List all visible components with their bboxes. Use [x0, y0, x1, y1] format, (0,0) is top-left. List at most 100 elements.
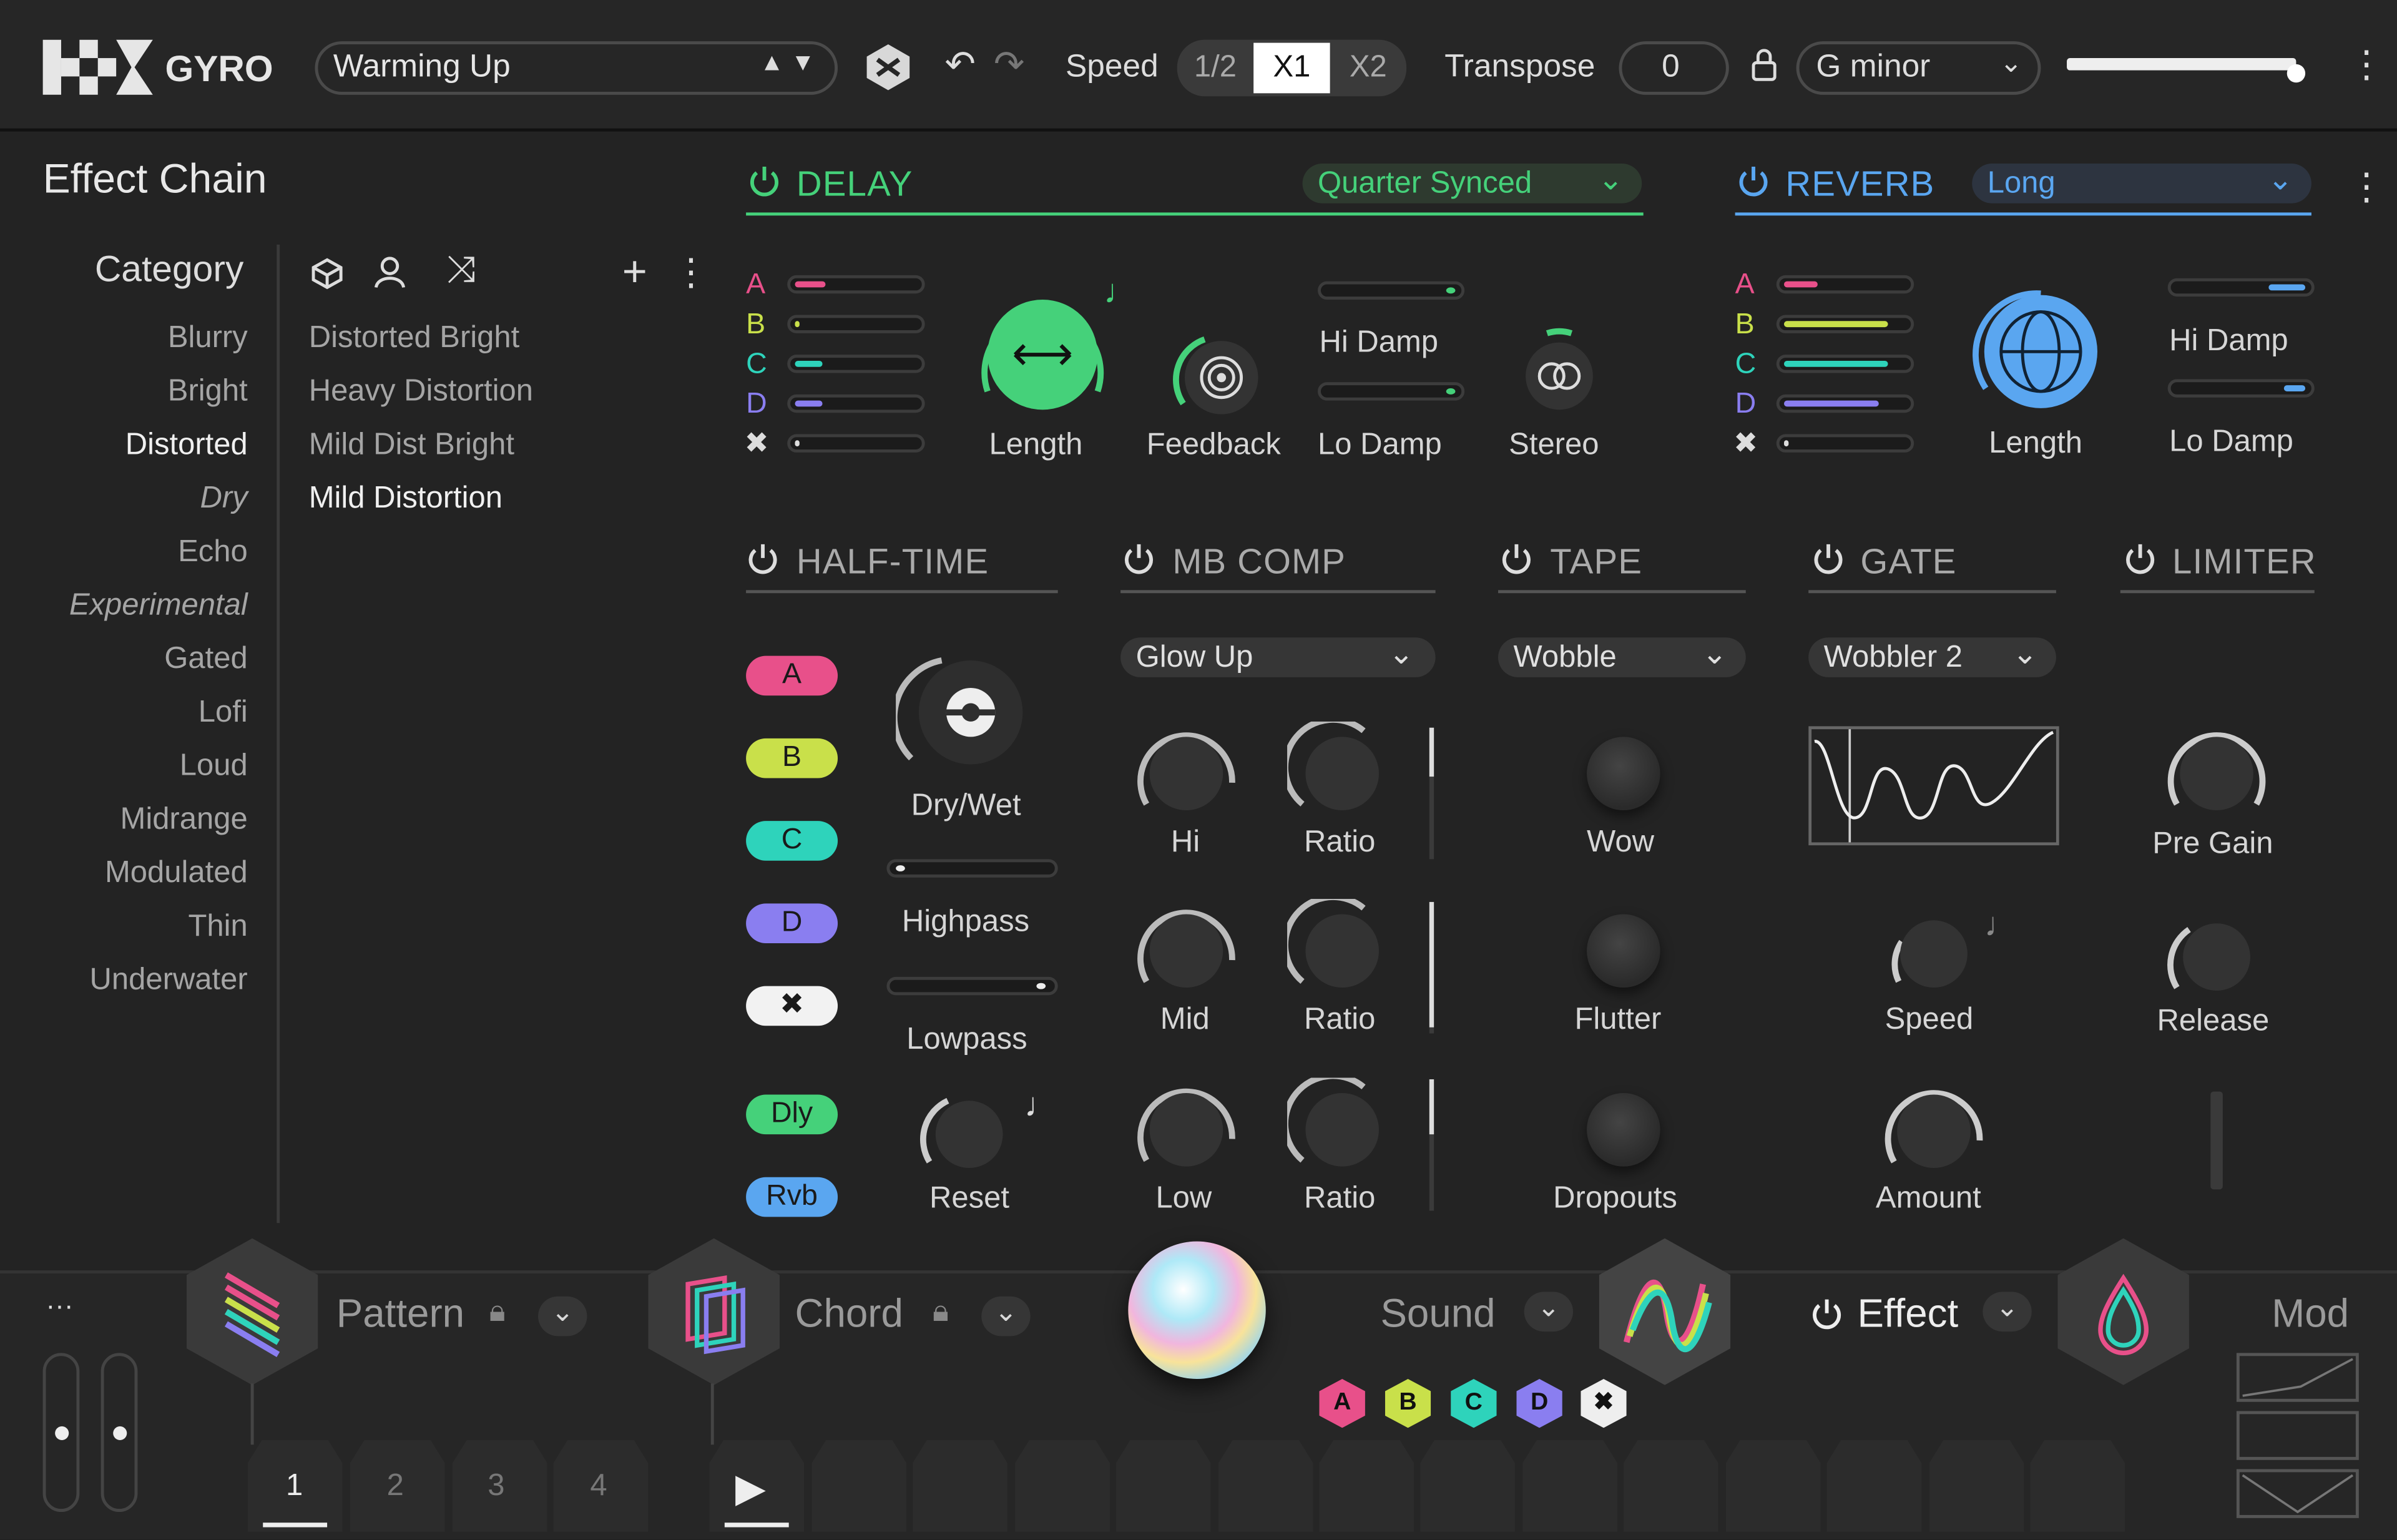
- limiter-release-knob[interactable]: [2162, 911, 2272, 1003]
- reverb-send-x-slider[interactable]: [1776, 434, 1914, 453]
- mbcomp-hi-ratio-knob[interactable]: [1287, 721, 1397, 823]
- sound-label[interactable]: Sound: [1380, 1290, 1495, 1338]
- chord-step[interactable]: [1623, 1439, 1718, 1532]
- reverb-mode-select[interactable]: Long ⌄: [1972, 164, 2311, 204]
- halftime-tag-c[interactable]: C: [746, 821, 838, 861]
- pattern-label[interactable]: Pattern: [336, 1290, 464, 1338]
- delay-send-d-slider[interactable]: [787, 394, 925, 413]
- chord-step[interactable]: [1725, 1439, 1821, 1532]
- category-item[interactable]: Experimental: [69, 589, 248, 624]
- reverb-power-icon[interactable]: [1737, 165, 1770, 199]
- mbcomp-hi-knob[interactable]: [1131, 722, 1241, 823]
- chord-step[interactable]: [1319, 1439, 1414, 1532]
- chord-step[interactable]: [1522, 1439, 1618, 1532]
- effect-power-icon[interactable]: [1810, 1298, 1844, 1332]
- category-item[interactable]: Dry: [200, 481, 248, 516]
- sync-note-icon[interactable]: ♩: [1104, 272, 1137, 312]
- halftime-tag-rvb[interactable]: Rvb: [746, 1177, 838, 1217]
- category-item[interactable]: Midrange: [120, 803, 248, 838]
- chord-label[interactable]: Chord: [795, 1290, 903, 1338]
- halftime-reset-knob[interactable]: [917, 1089, 1021, 1180]
- reverb-lo-damp-slider[interactable]: [2167, 379, 2315, 398]
- pattern-lock-icon[interactable]: 🔒︎: [489, 1295, 506, 1330]
- chord-step[interactable]: [811, 1439, 907, 1532]
- mbcomp-mid-knob[interactable]: [1131, 899, 1241, 1000]
- chord-step[interactable]: [1015, 1439, 1110, 1532]
- category-item-selected[interactable]: Distorted: [125, 428, 248, 463]
- volume-handle[interactable]: [2287, 64, 2306, 83]
- category-item[interactable]: Bright: [168, 375, 248, 410]
- preset-item[interactable]: Distorted Bright: [309, 321, 520, 356]
- category-item[interactable]: Blurry: [168, 321, 248, 356]
- mod-label[interactable]: Mod: [2272, 1290, 2349, 1338]
- reset-note-icon[interactable]: ♩: [1024, 1086, 1058, 1126]
- speed-half-button[interactable]: 1/2: [1180, 43, 1251, 94]
- gate-pattern-display[interactable]: [1808, 726, 2059, 846]
- play-icon[interactable]: ▶: [735, 1464, 766, 1512]
- mod-shape-1[interactable]: [2236, 1353, 2359, 1402]
- delay-feedback-knob[interactable]: [1168, 324, 1275, 431]
- reverb-hi-damp-slider[interactable]: [2167, 278, 2315, 297]
- mod-shape-2[interactable]: [2236, 1411, 2359, 1460]
- preset-item[interactable]: Mild Dist Bright: [309, 428, 514, 463]
- chord-step[interactable]: [1826, 1439, 1922, 1532]
- delay-lo-damp-slider[interactable]: [1318, 382, 1465, 401]
- mbcomp-mid-ratio-knob[interactable]: [1287, 899, 1397, 1000]
- chord-dropdown-button[interactable]: ⌄: [981, 1296, 1031, 1336]
- key-lock-icon[interactable]: [1752, 49, 1777, 82]
- category-item[interactable]: Gated: [164, 642, 247, 677]
- reverb-send-b-slider[interactable]: [1776, 315, 1914, 333]
- speed-x2-button[interactable]: X2: [1333, 43, 1404, 94]
- category-item[interactable]: Underwater: [90, 963, 248, 998]
- reverb-length-knob[interactable]: [1964, 285, 2117, 422]
- mbcomp-power-icon[interactable]: [1122, 542, 1156, 576]
- add-preset-icon[interactable]: +: [622, 248, 647, 297]
- gate-amount-knob[interactable]: [1879, 1079, 1989, 1180]
- shuffle-icon[interactable]: ⤨: [446, 249, 476, 292]
- reverb-send-a-slider[interactable]: [1776, 275, 1914, 294]
- halftime-tag-d[interactable]: D: [746, 903, 838, 944]
- pattern-dropdown-button[interactable]: ⌄: [538, 1296, 587, 1336]
- halftime-highpass-slider[interactable]: [886, 859, 1058, 878]
- gate-note-icon[interactable]: ♩: [1984, 905, 2018, 945]
- halftime-power-icon[interactable]: [746, 542, 780, 576]
- chord-lock-icon[interactable]: 🔒︎: [933, 1295, 949, 1330]
- gate-speed-knob[interactable]: [1886, 911, 1981, 997]
- effect-dropdown-button[interactable]: ⌄: [1983, 1292, 2032, 1332]
- tape-preset-select[interactable]: Wobble ⌄: [1498, 637, 1746, 677]
- chord-step[interactable]: [2030, 1439, 2125, 1532]
- reverb-send-c-slider[interactable]: [1776, 355, 1914, 373]
- limiter-pregain-knob[interactable]: [2162, 722, 2272, 823]
- preset-prev-next-arrows[interactable]: ▲ ▼: [760, 51, 815, 78]
- gate-preset-select[interactable]: Wobbler 2 ⌄: [1808, 637, 2056, 677]
- delay-stereo-knob[interactable]: [1514, 324, 1605, 416]
- chord-step[interactable]: [1115, 1439, 1211, 1532]
- tape-flutter-knob[interactable]: [1587, 914, 1660, 988]
- mod-shape-3[interactable]: [2236, 1469, 2359, 1518]
- chord-step[interactable]: [1420, 1439, 1515, 1532]
- chord-step[interactable]: [1929, 1439, 2024, 1532]
- category-item[interactable]: Lofi: [199, 695, 248, 730]
- mbcomp-preset-select[interactable]: Glow Up ⌄: [1120, 637, 1436, 677]
- mbcomp-low-knob[interactable]: [1131, 1078, 1241, 1179]
- preset-item-selected[interactable]: Mild Distortion: [309, 481, 502, 516]
- undo-icon[interactable]: ↶: [944, 43, 975, 87]
- reverb-menu-icon[interactable]: ⋮: [2348, 165, 2385, 209]
- delay-send-c-slider[interactable]: [787, 355, 925, 373]
- delay-send-x-slider[interactable]: [787, 434, 925, 453]
- category-item[interactable]: Loud: [180, 749, 248, 784]
- effect-label[interactable]: Effect: [1858, 1290, 1959, 1338]
- reverb-send-d-slider[interactable]: [1776, 394, 1914, 413]
- macro-slider-1[interactable]: [42, 1353, 80, 1513]
- mbcomp-low-ratio-knob[interactable]: [1287, 1077, 1397, 1179]
- preset-item[interactable]: Heavy Distortion: [309, 375, 533, 410]
- halftime-tag-b[interactable]: B: [746, 738, 838, 778]
- delay-mode-select[interactable]: Quarter Synced ⌄: [1302, 164, 1642, 204]
- halftime-tag-x[interactable]: ✖: [746, 986, 838, 1026]
- gate-power-icon[interactable]: [1811, 542, 1845, 576]
- tape-power-icon[interactable]: [1499, 542, 1533, 576]
- halftime-tag-a[interactable]: A: [746, 655, 838, 696]
- delay-power-icon[interactable]: [748, 165, 782, 199]
- delay-hi-damp-slider[interactable]: [1318, 281, 1465, 300]
- redo-icon[interactable]: ↷: [994, 43, 1024, 87]
